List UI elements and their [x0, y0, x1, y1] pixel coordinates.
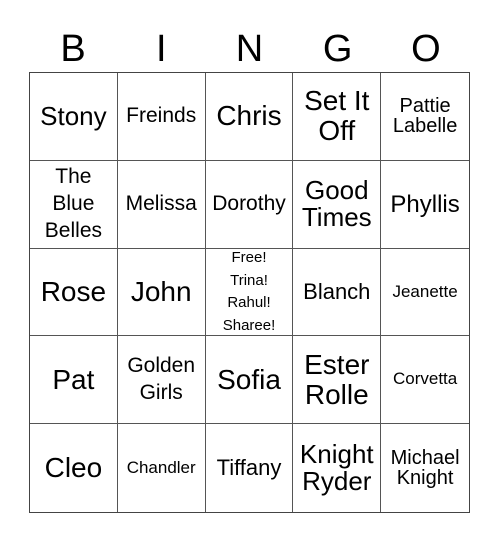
bingo-header: B I N G O: [29, 26, 470, 72]
bingo-cell[interactable]: Phyllis: [381, 161, 469, 249]
bingo-cell[interactable]: Chris: [205, 73, 294, 161]
bingo-cell[interactable]: The Blue Belles: [30, 160, 118, 249]
bingo-cell[interactable]: Pattie Labelle: [381, 73, 469, 161]
bingo-free-space[interactable]: Free! Trina! Rahul! Sharee!: [205, 248, 294, 337]
bingo-cell[interactable]: Knight Ryder: [293, 424, 382, 512]
bingo-cell[interactable]: Tiffany: [206, 424, 294, 512]
header-letter-i: I: [156, 28, 167, 70]
bingo-cell[interactable]: Dorothy: [205, 160, 294, 249]
bingo-cell[interactable]: Melissa: [117, 160, 206, 249]
header-letter-g: G: [322, 28, 353, 70]
header-letter-o: O: [411, 28, 441, 70]
bingo-cell[interactable]: Set It Off: [293, 73, 382, 161]
bingo-cell[interactable]: Cleo: [30, 424, 118, 512]
bingo-cell[interactable]: Rose: [30, 248, 118, 337]
bingo-cell[interactable]: Jeanette: [381, 249, 469, 337]
bingo-cell[interactable]: Chandler: [118, 424, 206, 512]
bingo-cell[interactable]: Ester Rolle: [293, 336, 382, 425]
bingo-cell[interactable]: Freinds: [117, 73, 206, 161]
bingo-cell[interactable]: Stony: [30, 73, 118, 161]
bingo-cell[interactable]: John: [117, 248, 206, 337]
bingo-cell[interactable]: Sofia: [205, 336, 294, 425]
header-letter-b: B: [60, 28, 86, 70]
bingo-cell[interactable]: Golden Girls: [117, 336, 206, 425]
bingo-cell[interactable]: Blanch: [293, 248, 382, 337]
bingo-card-grid: Stony Freinds Chris Set It Off Pattie Labell…: [29, 72, 470, 513]
bingo-cell[interactable]: Good Times: [293, 160, 382, 249]
bingo-cell[interactable]: Pat: [30, 336, 118, 425]
bingo-cell[interactable]: Corvetta: [381, 336, 469, 425]
bingo-cell[interactable]: Michael Knight: [381, 424, 469, 512]
header-letter-n: N: [235, 28, 264, 70]
